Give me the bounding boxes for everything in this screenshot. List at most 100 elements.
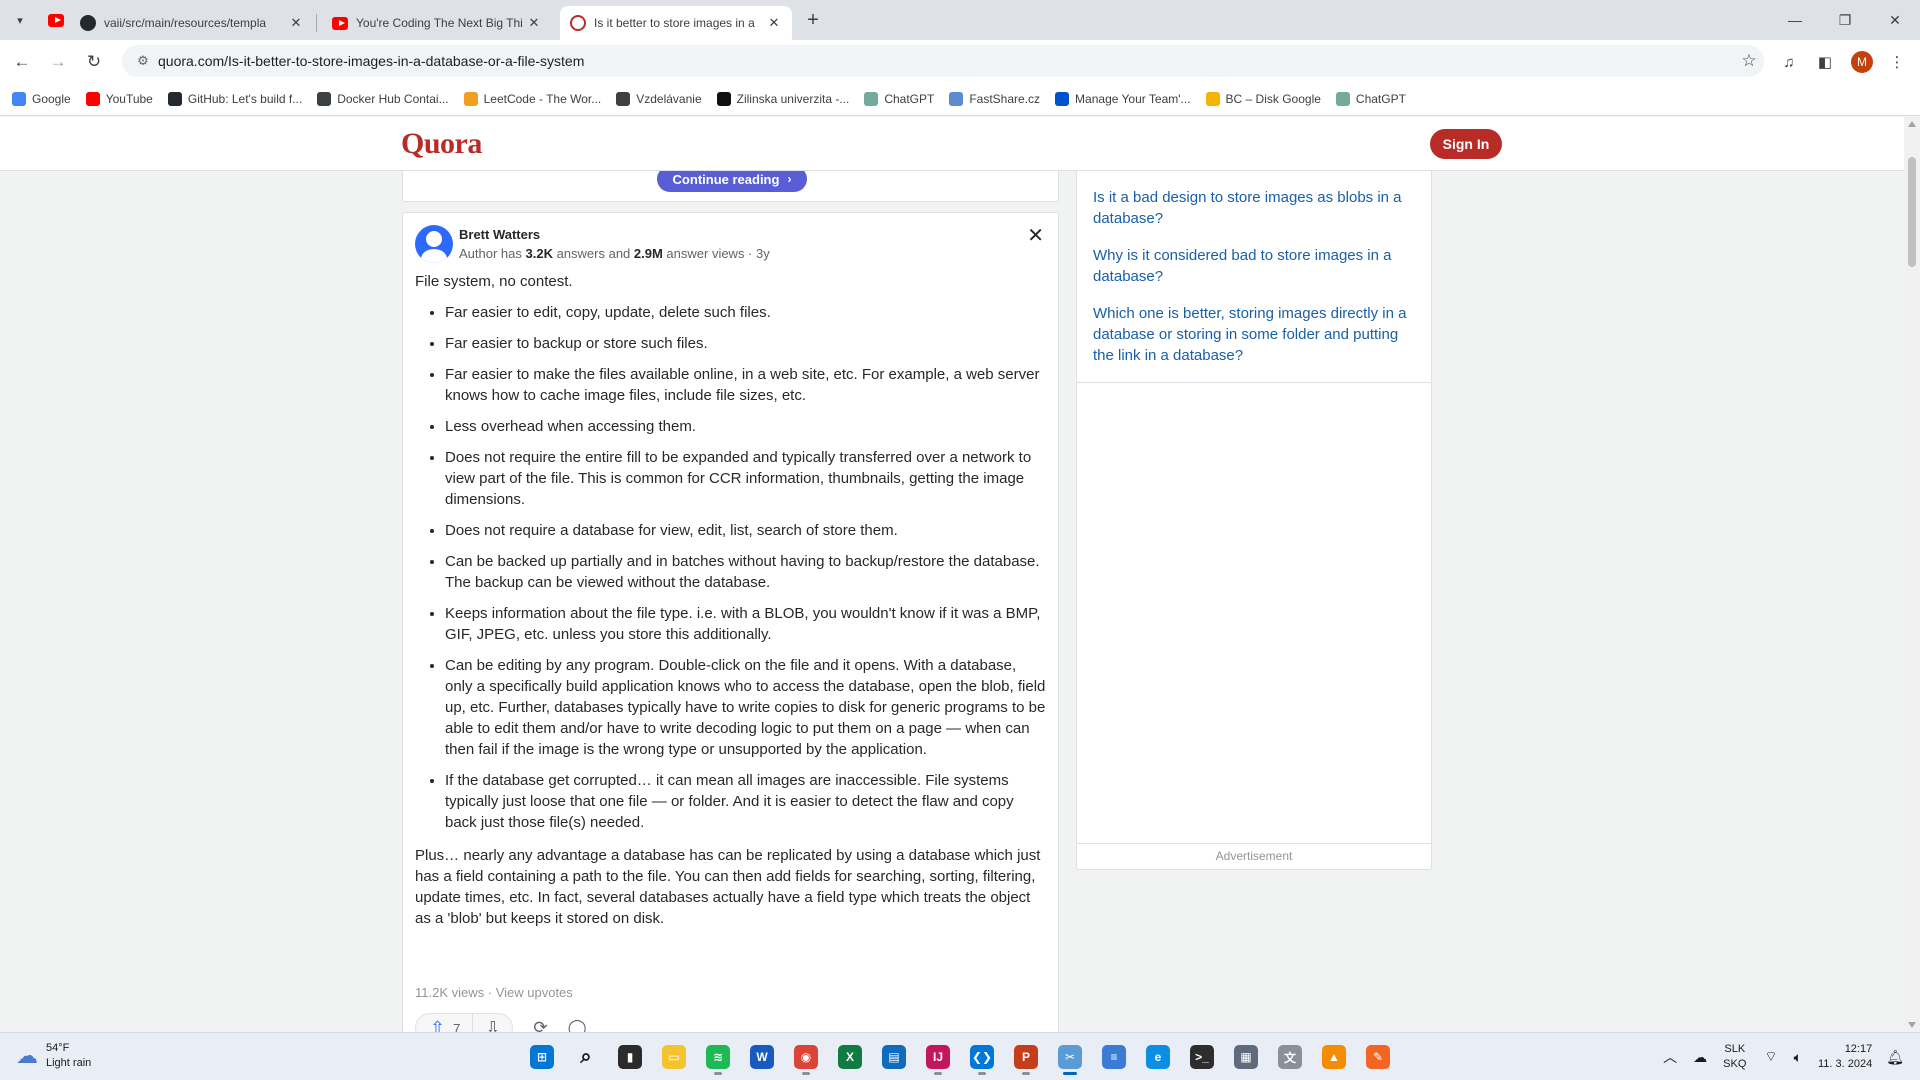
related-question-link[interactable]: Why is it considered bad to store images… — [1093, 245, 1415, 287]
chevron-up-icon[interactable]: ︿ — [1663, 1047, 1677, 1067]
taskbar-app[interactable]: IJ — [920, 1039, 956, 1075]
leetcode-icon — [463, 91, 478, 106]
bookmark-item[interactable]: Manage Your Team'... — [1055, 91, 1191, 106]
weather-widget[interactable]: ☁ 54°F Light rain — [16, 1041, 91, 1071]
bookmark-item[interactable]: GitHub: Let's build f... — [167, 91, 302, 106]
side-panel-icon[interactable]: ◧ — [1812, 49, 1838, 75]
bookmark-label: Zilinska univerzita -... — [736, 91, 850, 106]
taskbar-app[interactable]: ≡ — [1096, 1039, 1132, 1075]
taskbar-app[interactable]: ≋ — [700, 1039, 736, 1075]
tab-github[interactable]: vaii/src/main/resources/templa ✕ — [70, 6, 314, 40]
taskbar-app[interactable]: ▭ — [656, 1039, 692, 1075]
tab-title: vaii/src/main/resources/templa — [104, 16, 267, 30]
taskbar-app[interactable]: ❮❯ — [964, 1039, 1000, 1075]
bookmark-item[interactable]: LeetCode - The Wor... — [463, 91, 601, 106]
excel-icon: X — [838, 1045, 862, 1069]
quora-logo[interactable]: Quora — [401, 127, 482, 161]
scroll-up-arrow-icon[interactable] — [1908, 121, 1916, 127]
bookmark-item[interactable]: BC – Disk Google — [1205, 91, 1321, 106]
volume-icon[interactable]: 🔈︎ — [1794, 1049, 1802, 1066]
answer-bullet: Does not require a database for view, ed… — [445, 520, 1047, 541]
taskbar-app[interactable]: ◉ — [788, 1039, 824, 1075]
taskbar-app[interactable]: ✂ — [1052, 1039, 1088, 1075]
bookmark-item[interactable]: Docker Hub Contai... — [317, 91, 449, 106]
minimize-button[interactable]: — — [1770, 0, 1820, 40]
taskbar-app[interactable]: ✎ — [1360, 1039, 1396, 1075]
chevron-down-icon: ▾ — [17, 14, 23, 27]
close-icon[interactable]: ✕ — [288, 15, 304, 31]
clock-date: 11. 3. 2024 — [1817, 1058, 1873, 1070]
notification-bell-icon[interactable]: 🔔︎ — [1886, 1049, 1904, 1066]
taskbar-app[interactable]: ▲ — [1316, 1039, 1352, 1075]
scroll-down-arrow-icon[interactable] — [1908, 1022, 1916, 1028]
close-window-button[interactable]: ✕ — [1870, 0, 1920, 40]
taskbar-app[interactable]: ▤ — [876, 1039, 912, 1075]
upvote-button[interactable]: ⇧ 7 — [416, 1014, 474, 1032]
bookmark-item[interactable]: ChatGPT — [1335, 91, 1406, 106]
file-explorer-icon: ▭ — [662, 1045, 686, 1069]
author-avatar[interactable] — [415, 225, 453, 263]
reload-button[interactable]: ↻ — [80, 48, 108, 76]
continue-reading-label: Continue reading — [672, 171, 780, 187]
author-name[interactable]: Brett Watters — [459, 227, 540, 242]
bookmark-item[interactable]: YouTube — [85, 91, 153, 106]
taskbar-app[interactable]: ⌕ — [568, 1039, 604, 1075]
close-icon[interactable]: ✕ — [766, 15, 782, 31]
taskbar-app[interactable]: e — [1140, 1039, 1176, 1075]
tab-search-button[interactable]: ▾ — [6, 8, 34, 32]
back-button[interactable]: ← — [8, 48, 36, 76]
share-icon[interactable]: ⟳ — [533, 1018, 547, 1032]
new-tab-button[interactable]: + — [800, 9, 826, 33]
input-language[interactable]: SLK SKQ — [1723, 1042, 1746, 1072]
close-icon[interactable]: ✕ — [1027, 223, 1044, 248]
media-control-icon[interactable]: ♫ — [1776, 49, 1802, 75]
sign-in-button[interactable]: Sign In — [1430, 129, 1502, 159]
tab-title: You're Coding The Next Big Thi — [356, 16, 523, 30]
page-scrollbar[interactable] — [1904, 117, 1920, 1032]
taskbar-app[interactable]: X — [832, 1039, 868, 1075]
answer-bullet: Can be editing by any program. Double-cl… — [445, 655, 1047, 760]
bookmark-item[interactable]: ChatGPT — [864, 91, 935, 106]
bookmark-item[interactable]: FastShare.cz — [949, 91, 1040, 106]
taskbar-app[interactable]: ⊞ — [524, 1039, 560, 1075]
bookmark-star-icon[interactable]: ☆ — [1734, 51, 1764, 71]
taskbar-app[interactable]: 文 — [1272, 1039, 1308, 1075]
powerpoint-icon: P — [1014, 1045, 1038, 1069]
scrollbar-thumb[interactable] — [1908, 157, 1916, 267]
weather-temp: 54°F — [46, 1042, 70, 1054]
address-bar[interactable]: ⚙ quora.com/Is-it-better-to-store-images… — [122, 45, 1764, 77]
comment-icon[interactable]: ◯ — [568, 1018, 587, 1032]
url-text[interactable]: quora.com/Is-it-better-to-store-images-i… — [158, 53, 1734, 69]
taskbar-app[interactable]: ▦ — [1228, 1039, 1264, 1075]
bookmark-item[interactable]: Zilinska univerzita -... — [716, 91, 850, 106]
google-icon — [12, 91, 26, 106]
taskbar-app[interactable]: ▮ — [612, 1039, 648, 1075]
site-info-icon[interactable]: ⚙ — [128, 53, 158, 69]
tab-youtube[interactable]: You're Coding The Next Big Thi ✕ — [322, 6, 552, 40]
advertisement-box[interactable]: Advertisement — [1076, 382, 1432, 870]
profile-avatar[interactable]: M — [1851, 51, 1873, 73]
bookmark-item[interactable]: Google — [12, 91, 71, 106]
close-icon[interactable]: ✕ — [526, 15, 542, 31]
store-icon: ▤ — [882, 1045, 906, 1069]
bookmark-label: ChatGPT — [884, 91, 935, 106]
view-upvotes-link[interactable]: View upvotes — [496, 985, 573, 1000]
taskbar-app[interactable]: P — [1008, 1039, 1044, 1075]
forward-button[interactable]: → — [44, 48, 72, 76]
browser-tab-strip: ▾ vaii/src/main/resources/templa ✕ You'r… — [0, 0, 1920, 40]
tab-quora-active[interactable]: Is it better to store images in a ✕ — [560, 6, 792, 40]
wifi-icon[interactable]: ⌔ — [1764, 1048, 1777, 1066]
youtube-pinned-tab-icon[interactable] — [48, 12, 64, 28]
related-question-link[interactable]: Is it a bad design to store images as bl… — [1093, 187, 1415, 229]
related-question-link[interactable]: Which one is better, storing images dire… — [1093, 303, 1415, 366]
menu-kebab-icon[interactable]: ⋮ — [1884, 49, 1910, 75]
onedrive-icon[interactable]: ☁ — [1693, 1049, 1707, 1066]
taskbar-app[interactable]: W — [744, 1039, 780, 1075]
bookmark-item[interactable]: Vzdelávanie — [616, 91, 702, 106]
downvote-button[interactable]: ⇩ — [473, 1018, 512, 1033]
cred-suffix: answer views · 3y — [662, 246, 770, 261]
taskbar-app[interactable]: >_ — [1184, 1039, 1220, 1075]
clock[interactable]: 12:17 11. 3. 2024 — [1818, 1042, 1872, 1072]
bookmark-label: YouTube — [105, 91, 153, 106]
restore-button[interactable]: ❐ — [1820, 0, 1870, 40]
